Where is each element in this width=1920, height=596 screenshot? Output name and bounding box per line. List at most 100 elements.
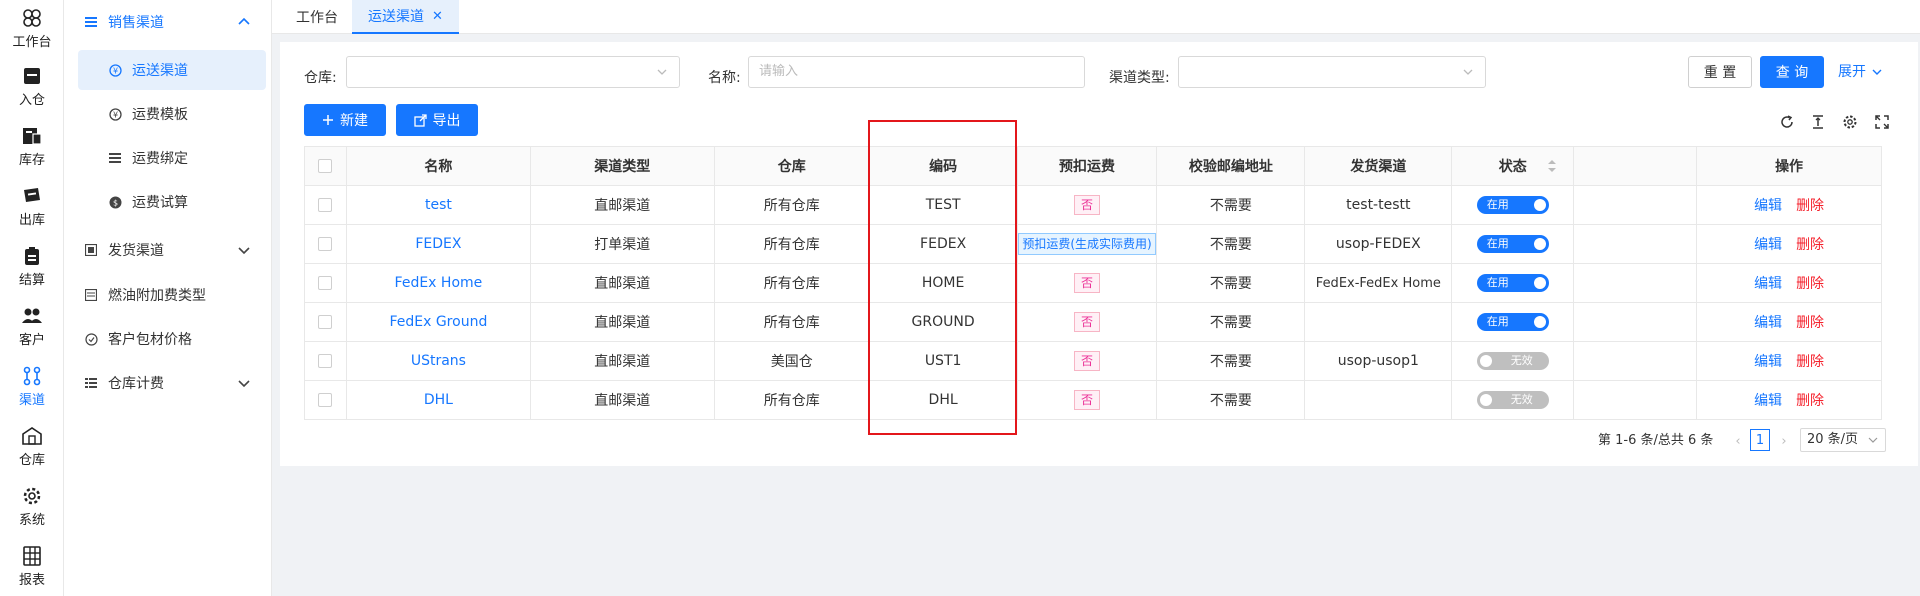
channel-name-link[interactable]: FEDEX — [415, 236, 461, 252]
prepay-tag: 否 — [1074, 390, 1101, 410]
row-checkbox[interactable] — [318, 237, 333, 251]
warehouse-select[interactable] — [346, 56, 680, 88]
header-status[interactable]: 状态 — [1452, 147, 1575, 185]
menu-group-delivery-channel[interactable]: 发货渠道 — [64, 230, 272, 270]
fuel-icon — [84, 288, 98, 302]
edit-link[interactable]: 编辑 — [1754, 312, 1782, 332]
tab-workbench[interactable]: 工作台 — [280, 0, 354, 34]
menu-item-freight-binding[interactable]: 运费绑定 — [78, 138, 266, 178]
rail-item-channel[interactable]: 渠道 — [0, 358, 64, 414]
channel-name-link[interactable]: FedEx Ground — [389, 314, 487, 330]
select-all-checkbox[interactable] — [318, 159, 333, 173]
status-text: 在用 — [1486, 315, 1509, 328]
channel-name-link[interactable]: DHL — [424, 392, 453, 408]
channel-name-link[interactable]: test — [425, 197, 452, 213]
settings-icon[interactable] — [1840, 112, 1860, 132]
menu-item-customer-packaging[interactable]: 客户包材价格 — [64, 319, 272, 359]
name-input[interactable]: 请输入 — [748, 56, 1085, 88]
chevron-down-icon — [1872, 69, 1882, 75]
row-checkbox[interactable] — [318, 276, 333, 290]
page-number-button[interactable]: 1 — [1750, 429, 1770, 451]
row-checkbox[interactable] — [318, 198, 333, 212]
edit-link[interactable]: 编辑 — [1754, 351, 1782, 371]
rail-item-outbound[interactable]: 出库 — [0, 178, 64, 234]
status-switch[interactable]: 无效 — [1476, 391, 1549, 409]
cell-delivery: test-testt — [1305, 186, 1453, 224]
workbench-icon — [21, 7, 43, 29]
edit-link[interactable]: 编辑 — [1754, 273, 1782, 293]
rail-item-warehouse[interactable]: 仓库 — [0, 418, 64, 474]
menu-group-sales-channel[interactable]: 销售渠道 — [64, 2, 272, 42]
column-height-icon[interactable] — [1808, 112, 1828, 132]
rail-label: 仓库 — [18, 452, 45, 468]
status-switch[interactable]: 在用 — [1476, 196, 1549, 214]
prev-page-icon[interactable]: ‹ — [1730, 430, 1746, 452]
status-switch[interactable]: 在用 — [1476, 235, 1549, 253]
switch-knob — [1533, 277, 1546, 289]
menu-item-shipping-channel[interactable]: ¥ 运送渠道 — [78, 50, 266, 90]
prepay-tag: 否 — [1074, 273, 1101, 293]
header-name: 名称 — [347, 147, 531, 185]
cell-blank — [1574, 264, 1698, 302]
reset-button[interactable]: 重 置 — [1688, 56, 1752, 88]
page-size-select[interactable]: 20 条/页 — [1800, 428, 1886, 452]
status-switch[interactable]: 无效 — [1476, 352, 1549, 370]
rail-item-inventory[interactable]: 库存 — [0, 118, 64, 174]
new-button[interactable]: 新建 — [304, 104, 386, 136]
channel-name-link[interactable]: FedEx Home — [395, 275, 483, 291]
cell-blank — [1574, 381, 1698, 419]
status-switch[interactable]: 在用 — [1476, 313, 1549, 331]
tab-shipping-channel[interactable]: 运送渠道 ✕ — [352, 0, 459, 34]
next-page-icon[interactable]: › — [1776, 430, 1792, 452]
rail-item-report[interactable]: 报表 — [0, 538, 64, 594]
cell-blank — [1574, 225, 1698, 263]
cell-type: 直邮渠道 — [531, 264, 715, 302]
prepay-tag: 否 — [1074, 351, 1101, 371]
export-button[interactable]: 导出 — [396, 104, 478, 136]
cell-type: 打单渠道 — [531, 225, 715, 263]
edit-link[interactable]: 编辑 — [1754, 390, 1782, 410]
delete-link[interactable]: 删除 — [1796, 273, 1824, 293]
row-check-cell — [305, 303, 347, 341]
row-checkbox[interactable] — [318, 315, 333, 329]
edit-link[interactable]: 编辑 — [1754, 234, 1782, 254]
inbound-icon — [21, 65, 43, 87]
cell-blank — [1574, 186, 1698, 224]
edit-link[interactable]: 编辑 — [1754, 195, 1782, 215]
channel-name-link[interactable]: UStrans — [411, 353, 466, 369]
rail-label: 工作台 — [12, 34, 52, 50]
menu-item-label: 燃油附加费类型 — [108, 288, 206, 304]
rail-item-inbound[interactable]: 入仓 — [0, 58, 64, 114]
header-channel-type: 渠道类型 — [531, 147, 715, 185]
row-checkbox[interactable] — [318, 354, 333, 368]
delete-link[interactable]: 删除 — [1796, 195, 1824, 215]
delete-link[interactable]: 删除 — [1796, 234, 1824, 254]
menu-group-warehouse-billing[interactable]: 仓库计费 — [64, 363, 272, 403]
delete-link[interactable]: 删除 — [1796, 351, 1824, 371]
channel-table: 名称 渠道类型 仓库 编码 预扣运费 校验邮编地址 发货渠道 状态 操作 tes… — [304, 146, 1882, 420]
rail-item-customer[interactable]: 客户 — [0, 298, 64, 354]
menu-item-freight-template[interactable]: ¥ 运费模板 — [78, 94, 266, 134]
rail-item-workbench[interactable]: 工作台 — [0, 0, 64, 56]
row-checkbox[interactable] — [318, 393, 333, 407]
query-button[interactable]: 查 询 — [1760, 56, 1824, 88]
channel-item-icon: ¥ — [108, 63, 122, 77]
rail-item-system[interactable]: 系统 — [0, 478, 64, 534]
fullscreen-icon[interactable] — [1872, 112, 1892, 132]
refresh-icon[interactable] — [1777, 112, 1797, 132]
channel-type-select[interactable] — [1178, 56, 1486, 88]
status-switch[interactable]: 在用 — [1476, 274, 1549, 292]
rail-label: 库存 — [18, 152, 45, 168]
menu-item-fuel-surcharge[interactable]: 燃油附加费类型 — [64, 275, 272, 315]
expand-link[interactable]: 展开 — [1838, 56, 1884, 88]
menu-group-label: 仓库计费 — [108, 376, 164, 392]
prepay-tag: 否 — [1074, 312, 1101, 332]
cell-type: 直邮渠道 — [531, 342, 715, 380]
close-icon[interactable]: ✕ — [432, 9, 443, 24]
rail-item-settlement[interactable]: 结算 — [0, 238, 64, 294]
delete-link[interactable]: 删除 — [1796, 312, 1824, 332]
delete-link[interactable]: 删除 — [1796, 390, 1824, 410]
menu-item-freight-trial[interactable]: $ 运费试算 — [78, 182, 266, 222]
cell-type: 直邮渠道 — [531, 186, 715, 224]
table-header-row: 名称 渠道类型 仓库 编码 预扣运费 校验邮编地址 发货渠道 状态 操作 — [305, 147, 1882, 186]
